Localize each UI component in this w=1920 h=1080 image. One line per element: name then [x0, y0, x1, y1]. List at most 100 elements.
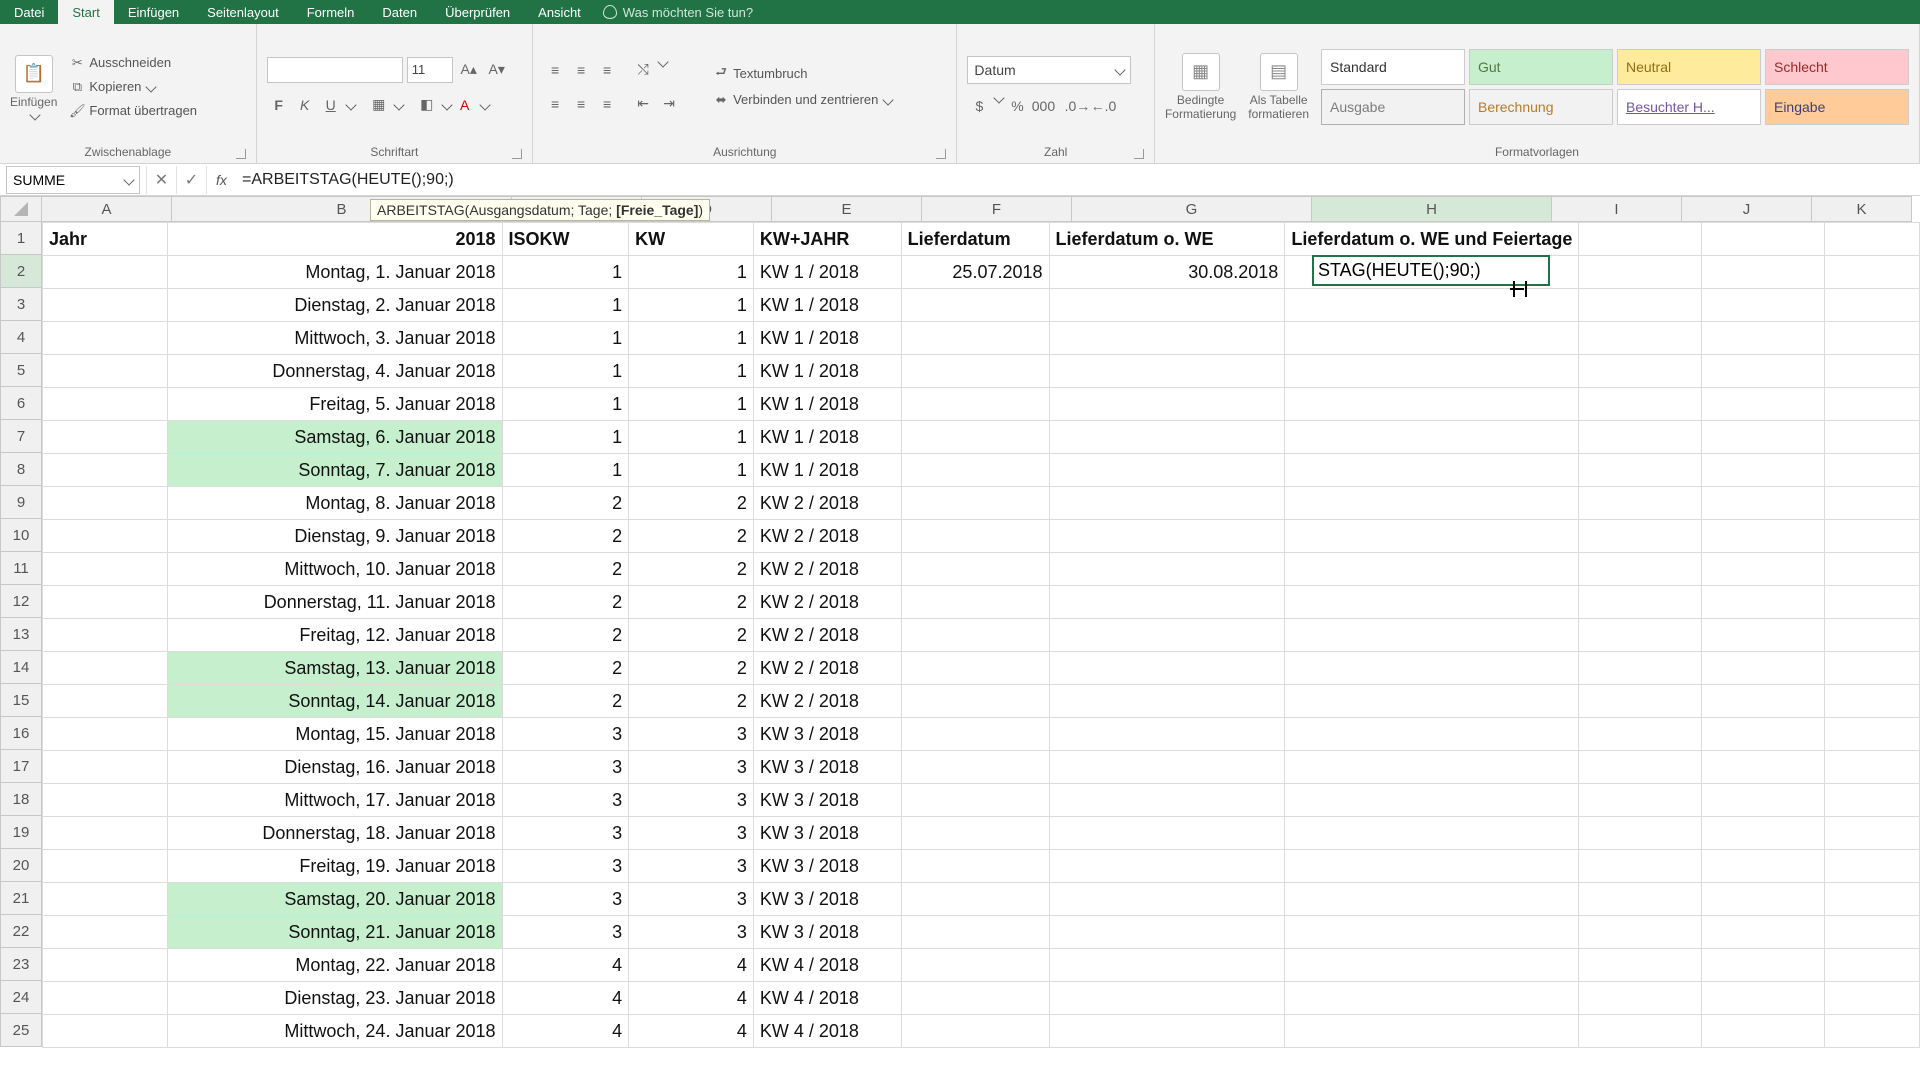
- cancel-formula-button[interactable]: ✕: [146, 166, 176, 194]
- cell-J6[interactable]: [1702, 388, 1825, 421]
- cell-A3[interactable]: [43, 289, 168, 322]
- cell-G1[interactable]: Lieferdatum o. WE: [1049, 223, 1285, 256]
- accounting-format-button[interactable]: $: [967, 94, 991, 118]
- cell-C6[interactable]: 1: [502, 388, 629, 421]
- cell-E9[interactable]: KW 2 / 2018: [753, 487, 901, 520]
- cell-J9[interactable]: [1702, 487, 1825, 520]
- number-format-combo[interactable]: Datum: [967, 56, 1131, 84]
- cell-H14[interactable]: [1285, 652, 1579, 685]
- cell-H21[interactable]: [1285, 883, 1579, 916]
- cell-B11[interactable]: Mittwoch, 10. Januar 2018: [168, 553, 502, 586]
- cell-A1[interactable]: Jahr: [43, 223, 168, 256]
- launcher-icon[interactable]: [1134, 149, 1144, 159]
- cell-D5[interactable]: 1: [629, 355, 754, 388]
- fx-icon[interactable]: fx: [206, 166, 236, 194]
- cell-I6[interactable]: [1579, 388, 1702, 421]
- cell-C10[interactable]: 2: [502, 520, 629, 553]
- increase-decimal-button[interactable]: .0→: [1065, 94, 1089, 118]
- underline-button[interactable]: U: [319, 93, 343, 117]
- cell-D7[interactable]: 1: [629, 421, 754, 454]
- cell-G12[interactable]: [1049, 586, 1285, 619]
- cell-A8[interactable]: [43, 454, 168, 487]
- row-header-25[interactable]: 25: [0, 1014, 42, 1047]
- cell-K22[interactable]: [1825, 916, 1920, 949]
- cell-G8[interactable]: [1049, 454, 1285, 487]
- row-header-14[interactable]: 14: [0, 651, 42, 684]
- cell-G9[interactable]: [1049, 487, 1285, 520]
- cell-D19[interactable]: 3: [629, 817, 754, 850]
- cell-H3[interactable]: [1285, 289, 1579, 322]
- cell-B4[interactable]: Mittwoch, 3. Januar 2018: [168, 322, 502, 355]
- cell-H23[interactable]: [1285, 949, 1579, 982]
- cell-C17[interactable]: 3: [502, 751, 629, 784]
- cell-B8[interactable]: Sonntag, 7. Januar 2018: [168, 454, 502, 487]
- column-header-H[interactable]: H: [1312, 196, 1552, 222]
- cell-C21[interactable]: 3: [502, 883, 629, 916]
- cell-H24[interactable]: [1285, 982, 1579, 1015]
- cell-K10[interactable]: [1825, 520, 1920, 553]
- tab-überprüfen[interactable]: Überprüfen: [431, 0, 524, 24]
- cell-K16[interactable]: [1825, 718, 1920, 751]
- cell-I12[interactable]: [1579, 586, 1702, 619]
- cell-C12[interactable]: 2: [502, 586, 629, 619]
- cell-B6[interactable]: Freitag, 5. Januar 2018: [168, 388, 502, 421]
- cell-B12[interactable]: Donnerstag, 11. Januar 2018: [168, 586, 502, 619]
- cell-K19[interactable]: [1825, 817, 1920, 850]
- row-header-22[interactable]: 22: [0, 915, 42, 948]
- cell-D25[interactable]: 4: [629, 1015, 754, 1048]
- cell-K9[interactable]: [1825, 487, 1920, 520]
- cell-C5[interactable]: 1: [502, 355, 629, 388]
- cell-A22[interactable]: [43, 916, 168, 949]
- cell-G2[interactable]: 30.08.2018: [1049, 256, 1285, 289]
- cell-K12[interactable]: [1825, 586, 1920, 619]
- row-header-11[interactable]: 11: [0, 552, 42, 585]
- cell-G13[interactable]: [1049, 619, 1285, 652]
- cell-K4[interactable]: [1825, 322, 1920, 355]
- cell-I21[interactable]: [1579, 883, 1702, 916]
- cell-K8[interactable]: [1825, 454, 1920, 487]
- cell-A9[interactable]: [43, 487, 168, 520]
- cell-D21[interactable]: 3: [629, 883, 754, 916]
- cell-I17[interactable]: [1579, 751, 1702, 784]
- cell-J8[interactable]: [1702, 454, 1825, 487]
- row-header-18[interactable]: 18: [0, 783, 42, 816]
- cell-F15[interactable]: [901, 685, 1049, 718]
- cell-J15[interactable]: [1702, 685, 1825, 718]
- cell-G3[interactable]: [1049, 289, 1285, 322]
- cell-C9[interactable]: 2: [502, 487, 629, 520]
- cell-A4[interactable]: [43, 322, 168, 355]
- cell-A25[interactable]: [43, 1015, 168, 1048]
- cell-J20[interactable]: [1702, 850, 1825, 883]
- tab-einfügen[interactable]: Einfügen: [114, 0, 193, 24]
- cell-D1[interactable]: KW: [629, 223, 754, 256]
- cell-C3[interactable]: 1: [502, 289, 629, 322]
- cell-B5[interactable]: Donnerstag, 4. Januar 2018: [168, 355, 502, 388]
- cell-C25[interactable]: 4: [502, 1015, 629, 1048]
- cell-D18[interactable]: 3: [629, 784, 754, 817]
- cell-C7[interactable]: 1: [502, 421, 629, 454]
- cell-D8[interactable]: 1: [629, 454, 754, 487]
- row-header-7[interactable]: 7: [0, 420, 42, 453]
- row-header-8[interactable]: 8: [0, 453, 42, 486]
- copy-button[interactable]: ⧉ Kopieren: [69, 79, 197, 95]
- row-header-20[interactable]: 20: [0, 849, 42, 882]
- cell-E7[interactable]: KW 1 / 2018: [753, 421, 901, 454]
- format-as-table-button[interactable]: ▤ Als Tabelle formatieren: [1248, 53, 1309, 121]
- align-middle-button[interactable]: ≡: [569, 58, 593, 82]
- conditional-formatting-button[interactable]: ▦ Bedingte Formatierung: [1165, 53, 1236, 121]
- cell-F5[interactable]: [901, 355, 1049, 388]
- cell-J12[interactable]: [1702, 586, 1825, 619]
- cell-E6[interactable]: KW 1 / 2018: [753, 388, 901, 421]
- cell-G16[interactable]: [1049, 718, 1285, 751]
- cell-E14[interactable]: KW 2 / 2018: [753, 652, 901, 685]
- cell-C22[interactable]: 3: [502, 916, 629, 949]
- cell-F1[interactable]: Lieferdatum: [901, 223, 1049, 256]
- cell-K17[interactable]: [1825, 751, 1920, 784]
- cell-K6[interactable]: [1825, 388, 1920, 421]
- cell-F6[interactable]: [901, 388, 1049, 421]
- cell-F18[interactable]: [901, 784, 1049, 817]
- cell-K21[interactable]: [1825, 883, 1920, 916]
- cell-A15[interactable]: [43, 685, 168, 718]
- cell-K14[interactable]: [1825, 652, 1920, 685]
- style-standard[interactable]: Standard: [1321, 49, 1465, 85]
